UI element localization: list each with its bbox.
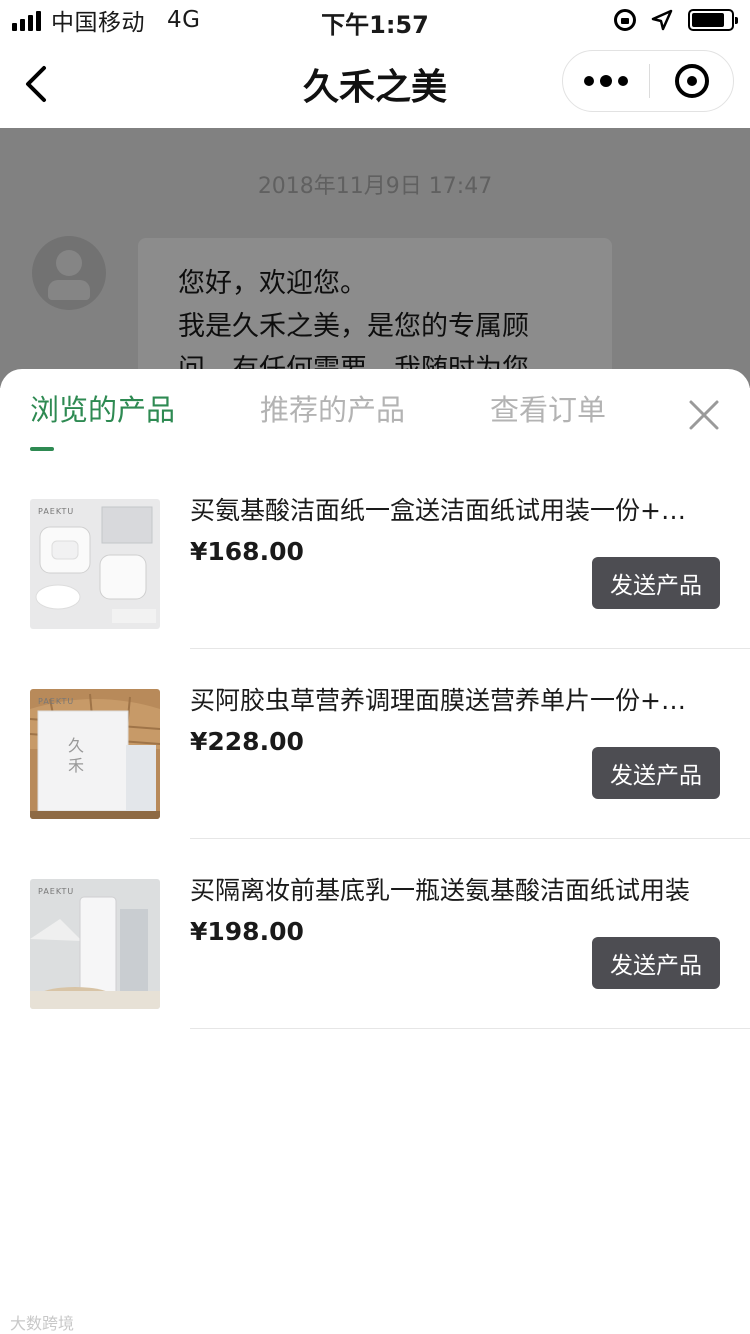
product-price: ¥168.00: [190, 537, 304, 566]
product-brand: PAEKTU: [38, 507, 75, 516]
status-right: [614, 6, 738, 34]
sheet-tabs: 浏览的产品 推荐的产品 查看订单: [0, 369, 750, 459]
battery-fill: [692, 13, 724, 27]
product-brand: PAEKTU: [38, 887, 75, 896]
product-item[interactable]: PAEKTU 买氨基酸洁面纸一盒送洁面纸试用装一份+… ¥168.00 发送产品: [0, 459, 750, 649]
close-icon[interactable]: [688, 399, 720, 431]
product-item[interactable]: PAEKTU 买隔离妆前基底乳一瓶送氨基酸洁面纸试用装 ¥198.00 发送产品: [0, 839, 750, 1029]
miniprogram-capsule: [562, 50, 734, 112]
message-line: 我是久禾之美，是您的专属顾: [178, 311, 529, 342]
tab-view-orders[interactable]: 查看订单: [490, 387, 606, 429]
more-dot: [600, 75, 612, 87]
more-button[interactable]: [563, 51, 649, 111]
product-item[interactable]: 久 禾 PAEKTU 买阿胶虫草营养调理面膜送营养单片一份+… ¥228.00 …: [0, 649, 750, 839]
battery-icon: [688, 9, 738, 31]
message-line: 您好，欢迎您。: [178, 268, 367, 299]
more-dots-icon: [584, 76, 594, 86]
product-thumbnail[interactable]: PAEKTU: [30, 499, 160, 629]
location-arrow-icon: [651, 9, 673, 31]
rotation-lock-icon: [614, 9, 636, 31]
chat-area: 2018年11月9日 17:47 您好，欢迎您。 我是久禾之美，是您的专属顾 问…: [0, 128, 750, 438]
svg-text:禾: 禾: [68, 756, 84, 775]
tab-browsed-products[interactable]: 浏览的产品: [30, 387, 175, 429]
send-product-button[interactable]: 发送产品: [592, 747, 720, 799]
chat-timestamp: 2018年11月9日 17:47: [257, 174, 493, 199]
product-name: 买氨基酸洁面纸一盒送洁面纸试用装一份+…: [190, 496, 686, 525]
send-product-button[interactable]: 发送产品: [592, 937, 720, 989]
product-brand: PAEKTU: [38, 697, 75, 706]
svg-text:久: 久: [68, 736, 84, 755]
target-icon: [674, 64, 709, 98]
close-miniprogram-button[interactable]: [650, 51, 733, 111]
product-price: ¥228.00: [190, 727, 304, 756]
product-name: 买隔离妆前基底乳一瓶送氨基酸洁面纸试用装: [190, 876, 691, 905]
avatar[interactable]: [32, 236, 106, 310]
watermark: 大数跨境: [10, 1314, 75, 1333]
product-thumbnail[interactable]: 久 禾 PAEKTU: [30, 689, 160, 819]
product-name: 买阿胶虫草营养调理面膜送营养单片一份+…: [190, 686, 686, 715]
avatar-head: [56, 250, 82, 276]
product-sheet: 浏览的产品 推荐的产品 查看订单 PAEKTU 买氨基酸洁面纸一盒送洁面纸试用装…: [0, 369, 750, 1334]
nav-bar: 久禾之美: [0, 40, 750, 128]
send-product-button[interactable]: 发送产品: [592, 557, 720, 609]
status-bar: 中国移动 4G 下午1:57: [0, 0, 750, 40]
tab-recommended-products[interactable]: 推荐的产品: [260, 387, 405, 429]
more-dot: [618, 76, 628, 86]
product-thumbnail[interactable]: PAEKTU: [30, 879, 160, 1009]
product-price: ¥198.00: [190, 917, 304, 946]
item-divider: [190, 1028, 750, 1029]
active-tab-indicator: [30, 447, 54, 451]
avatar-body: [48, 280, 90, 300]
